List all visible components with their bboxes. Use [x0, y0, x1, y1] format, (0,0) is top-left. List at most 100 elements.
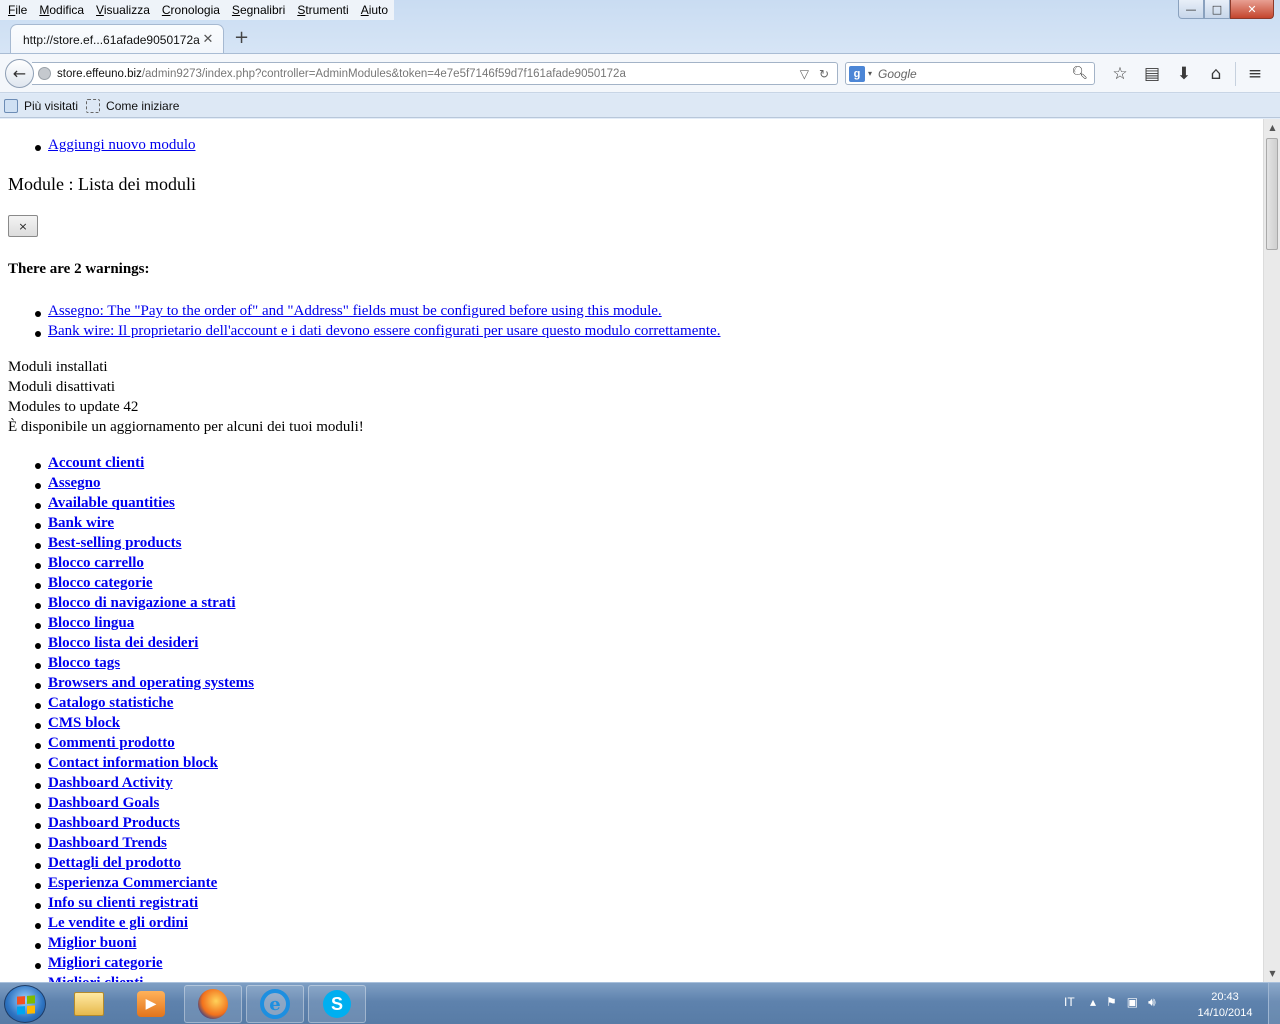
module-link[interactable]: Commenti prodotto: [48, 735, 175, 751]
search-engine-icon[interactable]: g: [849, 65, 865, 82]
tab-title: http://store.ef...61afade9050172a: [23, 32, 200, 47]
action-center-flag-icon[interactable]: ⚑: [1106, 995, 1117, 1010]
scroll-down-icon[interactable]: ▼: [1264, 965, 1280, 982]
list-item: Account clienti: [34, 455, 144, 472]
maximize-button[interactable]: □: [1204, 0, 1230, 19]
taskbar-media-player[interactable]: ▶: [122, 985, 180, 1023]
warning-link[interactable]: Bank wire: Il proprietario dell'account …: [48, 323, 720, 339]
module-link[interactable]: Account clienti: [48, 455, 144, 471]
search-bar[interactable]: g ▾ Google 🔍︎: [845, 62, 1095, 85]
site-identity-icon[interactable]: [38, 67, 51, 80]
module-link[interactable]: Catalogo statistiche: [48, 695, 173, 711]
module-link[interactable]: Bank wire: [48, 515, 114, 531]
network-icon[interactable]: ▣: [1127, 995, 1138, 1010]
search-icon[interactable]: 🔍︎: [1071, 66, 1088, 81]
module-link[interactable]: Available quantities: [48, 495, 175, 511]
back-button[interactable]: ←: [5, 59, 34, 88]
add-module-link[interactable]: Aggiungi nuovo modulo: [48, 137, 196, 153]
status-text: Modules to update 42: [8, 399, 139, 415]
taskbar-skype[interactable]: S: [308, 985, 366, 1023]
scroll-up-icon[interactable]: ▲: [1264, 119, 1280, 136]
menu-item[interactable]: Visualizza: [90, 1, 156, 19]
taskbar-firefox[interactable]: [184, 985, 242, 1023]
menu-item[interactable]: Aiuto: [355, 1, 394, 19]
menu-item[interactable]: Strumenti: [291, 1, 354, 19]
language-indicator[interactable]: IT: [1064, 995, 1075, 1009]
list-item: Best-selling products: [34, 535, 181, 552]
menu-icon[interactable]: ≡: [1239, 62, 1271, 86]
module-link[interactable]: CMS block: [48, 715, 120, 731]
scrollbar-thumb[interactable]: [1266, 138, 1278, 250]
show-hidden-icons-icon[interactable]: ▴: [1090, 995, 1096, 1010]
module-link[interactable]: Dettagli del prodotto: [48, 855, 181, 871]
star-icon[interactable]: ☆: [1104, 62, 1136, 86]
module-link[interactable]: Dashboard Goals: [48, 795, 159, 811]
menu-label: ile: [15, 3, 28, 17]
module-link[interactable]: Blocco lista dei desideri: [48, 635, 198, 651]
close-window-button[interactable]: ✕: [1230, 0, 1274, 19]
page-title: Module : Lista dei moduli: [8, 174, 196, 194]
list-item: Le vendite e gli ordini: [35, 915, 188, 932]
list-item: CMS block: [34, 715, 120, 732]
menu-label: isualizza: [103, 3, 150, 17]
bookmark-most-visited[interactable]: Più visitati: [4, 98, 78, 113]
download-icon[interactable]: ⬇︎: [1168, 62, 1200, 86]
taskbar-clock[interactable]: 20:43 14/10/2014: [1190, 989, 1260, 1021]
taskbar-internet-explorer[interactable]: e: [246, 985, 304, 1023]
menu-item[interactable]: Modifica: [33, 1, 90, 19]
module-link[interactable]: Esperienza Commerciante: [48, 875, 217, 891]
history-dropdown-icon[interactable]: ▽: [800, 67, 809, 81]
list-item: Dashboard Products: [35, 815, 180, 832]
skype-icon: S: [323, 990, 351, 1018]
module-link[interactable]: Contact information block: [48, 755, 218, 771]
tab-active[interactable]: http://store.ef...61afade9050172a ✕: [10, 24, 224, 54]
module-link[interactable]: Miglior buoni: [48, 935, 137, 951]
chevron-down-icon[interactable]: ▾: [868, 69, 872, 78]
warning-link[interactable]: Assegno: The "Pay to the order of" and "…: [48, 303, 662, 319]
module-link[interactable]: Blocco di navigazione a strati: [48, 595, 236, 611]
list-item: Migliori categorie: [35, 955, 163, 972]
start-button[interactable]: [4, 985, 46, 1023]
vertical-scrollbar[interactable]: ▲ ▼: [1263, 119, 1280, 982]
volume-icon[interactable]: 🔊︎: [1148, 995, 1156, 1010]
bookmark-getting-started[interactable]: Come iniziare: [86, 98, 179, 113]
close-button[interactable]: ×: [8, 215, 38, 237]
module-link[interactable]: Blocco categorie: [48, 575, 153, 591]
minimize-button[interactable]: —: [1178, 0, 1204, 19]
list-item: Dashboard Goals: [34, 795, 159, 812]
module-link[interactable]: Migliori categorie: [48, 955, 163, 971]
show-desktop-button[interactable]: [1268, 983, 1280, 1024]
menu-accelerator: V: [96, 3, 104, 17]
search-input[interactable]: Google: [878, 67, 1071, 81]
list-item: Browsers and operating systems: [35, 675, 254, 692]
module-link[interactable]: Dashboard Trends: [48, 835, 167, 851]
module-link[interactable]: Blocco tags: [48, 655, 120, 671]
list-item: Contact information block: [35, 755, 218, 772]
module-link[interactable]: Blocco lingua: [48, 615, 134, 631]
module-link[interactable]: Info su clienti registrati: [48, 895, 198, 911]
url-bar[interactable]: store.effeuno.biz/admin9273/index.php?co…: [32, 62, 838, 85]
url-text[interactable]: store.effeuno.biz/admin9273/index.php?co…: [57, 68, 800, 80]
toolbar-icons: ☆ ▤ ⬇︎ ⌂ ≡: [1104, 62, 1271, 86]
module-link[interactable]: Dashboard Activity: [48, 775, 173, 791]
list-item: Blocco carrello: [35, 555, 144, 572]
module-link[interactable]: Browsers and operating systems: [48, 675, 254, 691]
reading-list-icon[interactable]: ▤: [1136, 62, 1168, 86]
list-item: Bank wire: Il proprietario dell'account …: [34, 323, 720, 340]
module-link[interactable]: Best-selling products: [48, 535, 181, 551]
module-link[interactable]: Migliori clienti: [48, 975, 143, 982]
home-icon[interactable]: ⌂: [1200, 62, 1232, 86]
module-link[interactable]: Dashboard Products: [48, 815, 180, 831]
menu-item[interactable]: Cronologia: [156, 1, 226, 19]
module-link[interactable]: Assegno: [48, 475, 101, 491]
menu-item[interactable]: File: [2, 1, 33, 19]
menu-item[interactable]: Segnalibri: [226, 1, 291, 19]
module-link[interactable]: Blocco carrello: [48, 555, 144, 571]
new-tab-button[interactable]: +: [234, 27, 249, 48]
menu-label: iuto: [368, 3, 389, 17]
taskbar-file-explorer[interactable]: [60, 985, 118, 1023]
module-link[interactable]: Le vendite e gli ordini: [48, 915, 188, 931]
list-item: Info su clienti registrati: [34, 895, 198, 912]
tab-close-icon[interactable]: ✕: [201, 32, 215, 47]
reload-icon[interactable]: ↻: [819, 67, 829, 81]
